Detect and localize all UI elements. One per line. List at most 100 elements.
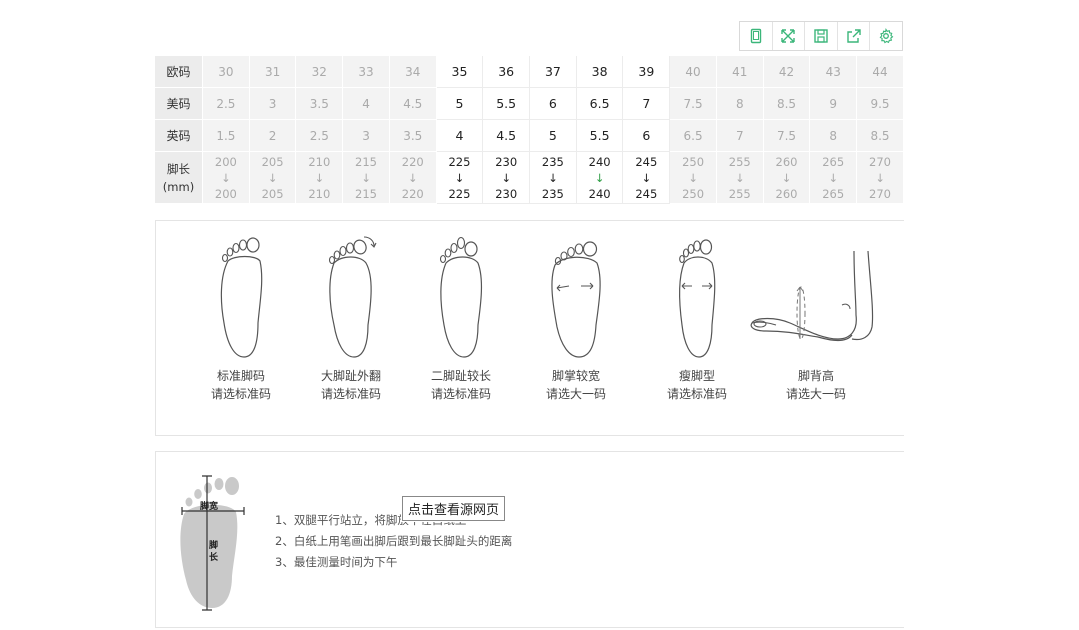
eu-size-cell: 44: [856, 56, 904, 88]
foot-length-cell: 250 ↓ 250: [669, 151, 717, 204]
foot-length-from: 245: [635, 154, 658, 169]
foot-length-to: 210: [308, 186, 331, 201]
down-arrow-icon: ↓: [594, 170, 605, 185]
eu-size-cell: 39: [622, 56, 671, 88]
foot-length-cell: 235 ↓ 235: [529, 151, 577, 204]
high-instep-foot-icon: [750, 250, 874, 342]
fullscreen-button[interactable]: [773, 22, 806, 50]
foot-length-cell: 240 ↓ 240: [576, 151, 624, 204]
down-arrow-icon: ↓: [501, 170, 511, 185]
foot-length-to: 230: [495, 186, 518, 201]
eu-size-cell: 34: [389, 56, 437, 88]
us-size-cell: 9: [809, 87, 858, 120]
uk-size-cell: 6: [622, 119, 671, 152]
phone-icon: [750, 28, 761, 44]
eu-size-cell: 42: [763, 56, 811, 88]
eu-row: 欧码 30 31 32 33 34 35 36 37 38 39 40 41 42 43 44: [155, 56, 904, 88]
foot-length-to: 215: [355, 186, 377, 201]
foot-length-cell: 255 ↓ 255: [716, 151, 764, 204]
foot-width-label: 脚宽: [200, 500, 218, 512]
eu-size-cell: 40: [669, 56, 717, 88]
foot-type-standard: 标准脚码 请选标准码: [186, 231, 296, 403]
uk-size-cell: 2.5: [295, 119, 344, 152]
down-arrow-icon: ↓: [875, 170, 885, 185]
foot-types-panel: 标准脚码 请选标准码 大脚趾外翻 请选标准码 二脚趾较长 请选标准码 脚掌较宽 …: [155, 220, 904, 436]
fullscreen-icon: [781, 29, 796, 43]
foot-length-from: 205: [261, 154, 284, 169]
foot-type-high-instep: 脚背高 请选大一码: [746, 231, 886, 403]
us-size-cell: 6: [529, 87, 577, 120]
foot-length-to: 270: [869, 186, 891, 201]
save-icon: [814, 29, 828, 43]
eu-size-cell: 35: [436, 56, 484, 88]
foot-length-label-top: 脚: [209, 539, 218, 551]
foot-length-to: 225: [448, 186, 471, 201]
foot-length-label-bottom: 长: [209, 551, 219, 563]
foot-type-wide: 脚掌较宽 请选大一码: [521, 231, 631, 403]
foot-type-advice: 请选标准码: [210, 387, 271, 401]
foot-type-name: 脚背高: [797, 369, 834, 383]
eu-size-cell: 31: [249, 56, 297, 88]
share-icon: [846, 29, 861, 43]
measure-step: 2、白纸上用笔画出脚后跟到最长脚趾头的距离: [275, 534, 513, 548]
us-size-cell: 6.5: [576, 87, 624, 120]
foot-type-name: 瘦脚型: [678, 369, 715, 383]
us-size-cell: 9.5: [856, 87, 904, 120]
eu-size-cell: 32: [295, 56, 344, 88]
foot-length-to: 205: [261, 186, 284, 201]
down-arrow-icon: ↓: [407, 170, 418, 185]
foot-length-cell: 225 ↓ 225: [436, 151, 484, 204]
foot-type-name: 脚掌较宽: [551, 369, 600, 383]
save-button[interactable]: [805, 22, 838, 50]
us-size-cell: 4.5: [389, 87, 437, 120]
standard-foot-icon: [220, 237, 263, 358]
wide-foot-icon: [551, 241, 601, 358]
eu-size-cell: 30: [202, 56, 250, 88]
foot-type-name: 大脚趾外翻: [320, 369, 381, 383]
foot-length-from: 260: [775, 154, 798, 169]
eu-size-cell: 36: [482, 56, 531, 88]
foot-length-from: 225: [448, 154, 471, 169]
uk-size-cell: 6.5: [669, 119, 717, 152]
us-size-cell: 8.5: [763, 87, 811, 120]
us-size-cell: 7.5: [669, 87, 717, 120]
eu-row-label: 欧码: [155, 56, 203, 88]
foot-length-from: 200: [214, 154, 237, 169]
us-size-cell: 8: [716, 87, 764, 120]
down-arrow-icon: ↓: [314, 170, 325, 185]
settings-gear-icon: [879, 28, 894, 44]
view-source-page-link[interactable]: 点击查看源网页: [402, 496, 506, 521]
share-button[interactable]: [838, 22, 871, 50]
foot-length-from: 210: [308, 154, 331, 169]
phone-view-button[interactable]: [740, 22, 773, 50]
down-arrow-icon: ↓: [267, 170, 278, 185]
foot-length-from: 215: [355, 154, 377, 169]
settings-button[interactable]: [870, 22, 902, 50]
foot-length-cell: 205 ↓ 205: [249, 151, 297, 204]
us-size-cell: 5.5: [482, 87, 531, 120]
eu-size-cell: 41: [716, 56, 764, 88]
down-arrow-icon: ↓: [781, 170, 792, 185]
us-size-cell: 2.5: [202, 87, 250, 120]
slim-foot-icon: [679, 239, 716, 358]
down-arrow-icon: ↓: [641, 170, 652, 185]
foot-length-cell: 260 ↓ 260: [763, 151, 811, 204]
foot-length-to: 235: [541, 186, 564, 201]
us-size-cell: 3.5: [295, 87, 344, 120]
foot-type-advice: 请选标准码: [430, 387, 491, 401]
uk-size-cell: 4.5: [482, 119, 531, 152]
foot-length-cell: 220 ↓ 220: [389, 151, 437, 204]
uk-size-cell: 4: [436, 119, 484, 152]
us-size-cell: 4: [342, 87, 390, 120]
down-arrow-icon: ↓: [548, 170, 558, 185]
uk-size-cell: 3: [342, 119, 390, 152]
foot-length-cell: 230 ↓ 230: [482, 151, 531, 204]
down-arrow-icon: ↓: [734, 170, 745, 185]
us-size-cell: 7: [622, 87, 671, 120]
eu-size-cell: 43: [809, 56, 858, 88]
down-arrow-icon: ↓: [688, 170, 698, 185]
bunion-foot-icon: [328, 236, 377, 358]
size-table: 欧码 30 31 32 33 34 35 36 37 38 39 40 41 42 43 44 美码 2.5…: [155, 56, 904, 204]
foot-length-cell: 200 ↓ 200: [202, 151, 250, 204]
foot-length-from: 250: [682, 154, 705, 169]
